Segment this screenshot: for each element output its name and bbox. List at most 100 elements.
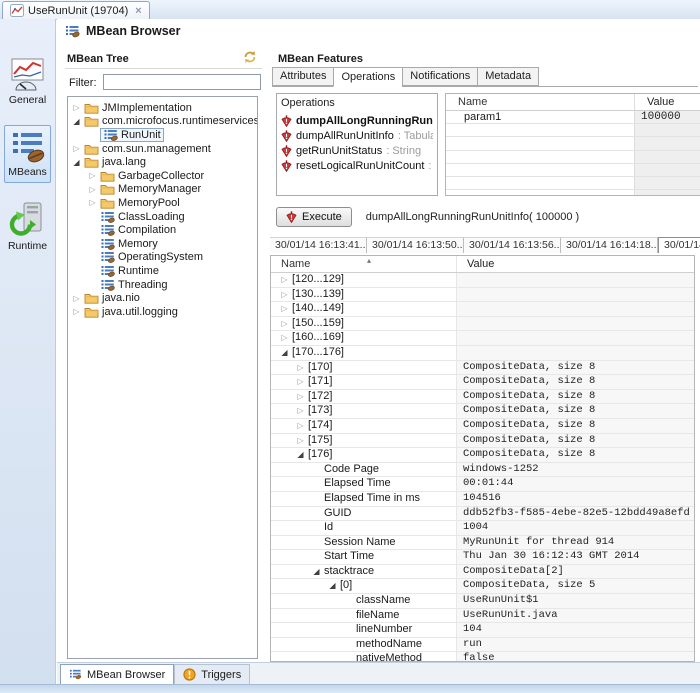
result-tab[interactable]: 30/01/14 16:13:41... <box>270 237 367 253</box>
execute-icon <box>286 211 297 223</box>
tree-item[interactable]: Runtime <box>68 264 257 278</box>
expander-collapsed-icon[interactable]: ▷ <box>279 317 290 331</box>
result-row[interactable]: ◢[170...176] <box>271 346 694 361</box>
expander-expanded-icon[interactable]: ◢ <box>327 579 338 593</box>
tab-metadata[interactable]: Metadata <box>477 67 539 86</box>
result-row[interactable]: lineNumber104 <box>271 623 694 638</box>
expander-collapsed-icon[interactable]: ▷ <box>295 434 306 448</box>
expander-collapsed-icon[interactable]: ▷ <box>295 419 306 433</box>
tree-item[interactable]: ClassLoading <box>68 210 257 224</box>
tree-item[interactable]: Compilation <box>68 223 257 237</box>
result-row[interactable]: ▷[175]CompositeData, size 8 <box>271 434 694 449</box>
execute-button[interactable]: Execute <box>276 207 352 227</box>
tree-item[interactable]: ▷MemoryPool <box>68 196 257 210</box>
tree-item[interactable]: ▷java.util.logging <box>68 305 257 319</box>
tree-item[interactable]: ▷GarbageCollector <box>68 169 257 183</box>
result-row[interactable]: Id1004 <box>271 521 694 536</box>
result-row[interactable]: methodNamerun <box>271 638 694 653</box>
expander-expanded-icon[interactable]: ◢ <box>311 565 322 579</box>
sidebar-item-general[interactable]: General <box>5 53 50 111</box>
result-row[interactable]: GUIDddb52fb3-f585-4ebe-82e5-12bdd49a8efd <box>271 507 694 522</box>
result-row[interactable]: ◢[0]CompositeData, size 5 <box>271 579 694 594</box>
result-row[interactable]: ▷[150...159] <box>271 317 694 332</box>
expander-collapsed-icon[interactable]: ▷ <box>87 185 98 194</box>
result-row[interactable]: fileNameUseRunUnit.java <box>271 609 694 624</box>
tree-item[interactable]: OperatingSystem <box>68 251 257 265</box>
expander-collapsed-icon[interactable]: ▷ <box>279 288 290 302</box>
tab-attributes[interactable]: Attributes <box>272 67 333 86</box>
sidebar-item-runtime[interactable]: Runtime <box>4 197 51 257</box>
tree-item[interactable]: ▷MemoryManager <box>68 183 257 197</box>
result-row[interactable]: ▷[173]CompositeData, size 8 <box>271 404 694 419</box>
selected-tree-item[interactable]: RunUnit <box>100 128 164 142</box>
tree-item[interactable]: Threading <box>68 278 257 292</box>
expander-collapsed-icon[interactable]: ▷ <box>279 302 290 316</box>
expander-collapsed-icon[interactable]: ▷ <box>279 331 290 345</box>
result-row-value: ddb52fb3-f585-4ebe-82e5-12bdd49a8efd <box>456 507 694 521</box>
expander-collapsed-icon[interactable]: ▷ <box>279 273 290 287</box>
result-row[interactable]: ◢stacktraceCompositeData[2] <box>271 565 694 580</box>
result-row[interactable]: ▷[174]CompositeData, size 8 <box>271 419 694 434</box>
parameter-value[interactable]: 100000 <box>634 111 700 123</box>
result-row[interactable]: ▷[172]CompositeData, size 8 <box>271 390 694 405</box>
tree-item[interactable]: ▷com.sun.management <box>68 142 257 156</box>
tree-item[interactable]: ▷java.nio <box>68 291 257 305</box>
tree-panel-separator <box>65 68 262 69</box>
result-value-header[interactable]: Value <box>456 256 694 272</box>
tree-item[interactable]: RunUnit <box>68 128 257 142</box>
result-row[interactable]: ▷[170]CompositeData, size 8 <box>271 361 694 376</box>
result-row[interactable]: classNameUseRunUnit$1 <box>271 594 694 609</box>
bottom-tab-mbean-browser[interactable]: MBean Browser <box>60 664 174 684</box>
expander-collapsed-icon[interactable]: ▷ <box>87 171 98 180</box>
tree-item[interactable]: Memory <box>68 237 257 251</box>
expander-collapsed-icon[interactable]: ▷ <box>71 144 82 153</box>
expander-expanded-icon[interactable]: ◢ <box>71 117 82 126</box>
expander-collapsed-icon[interactable]: ▷ <box>71 294 82 303</box>
parameter-row[interactable]: param1100000 <box>446 111 700 124</box>
result-row[interactable]: ▷[120...129] <box>271 273 694 288</box>
result-tab[interactable]: 30/01/14 16:14:18... <box>561 237 658 253</box>
expander-expanded-icon[interactable]: ◢ <box>295 448 306 462</box>
bottom-tab-triggers[interactable]: Triggers <box>174 664 250 684</box>
expander-expanded-icon[interactable]: ◢ <box>279 346 290 360</box>
folder-icon <box>84 306 99 318</box>
mbean-browser-tab-icon <box>69 669 82 680</box>
expander-collapsed-icon[interactable]: ▷ <box>295 361 306 375</box>
operation-item[interactable]: dumpAllLongRunningRunUnitInfo : TabularD… <box>281 113 433 128</box>
result-row[interactable]: ▷[160...169] <box>271 331 694 346</box>
result-row[interactable]: Session NameMyRunUnit for thread 914 <box>271 536 694 551</box>
result-row[interactable]: ▷[140...149] <box>271 302 694 317</box>
expander-collapsed-icon[interactable]: ▷ <box>87 198 98 207</box>
tree-item[interactable]: ◢com.microfocus.runtimeservices <box>68 115 257 129</box>
operation-item[interactable]: dumpAllRunUnitInfo : TabularData <box>281 128 433 143</box>
operation-item[interactable]: resetLogicalRunUnitCount : void <box>281 158 433 173</box>
sidebar-item-mbeans[interactable]: MBeans <box>4 125 51 183</box>
tab-operations[interactable]: Operations <box>333 67 402 87</box>
tree-item[interactable]: ▷JMImplementation <box>68 101 257 115</box>
editor-tab-use-run-unit[interactable]: UseRunUnit (19704) × <box>2 1 150 19</box>
result-tab[interactable]: 30/01/14 16:13:50... <box>367 237 464 253</box>
expander-collapsed-icon[interactable]: ▷ <box>295 390 306 404</box>
result-row[interactable]: Elapsed Time00:01:44 <box>271 477 694 492</box>
result-row[interactable]: nativeMethodfalse <box>271 652 694 662</box>
filter-input[interactable] <box>103 74 261 90</box>
result-row[interactable]: Start TimeThu Jan 30 16:12:43 GMT 2014 <box>271 550 694 565</box>
tree-item[interactable]: ◢java.lang <box>68 155 257 169</box>
expander-collapsed-icon[interactable]: ▷ <box>295 375 306 389</box>
expander-collapsed-icon[interactable]: ▷ <box>295 404 306 418</box>
expander-collapsed-icon[interactable]: ▷ <box>71 307 82 316</box>
result-name-header[interactable]: Name <box>271 256 456 272</box>
result-tab[interactable]: 30/01/14 16:13:56... <box>464 237 561 253</box>
result-row[interactable]: ◢[176]CompositeData, size 8 <box>271 448 694 463</box>
close-icon[interactable]: × <box>135 5 141 17</box>
result-row[interactable]: Code Pagewindows-1252 <box>271 463 694 478</box>
result-row[interactable]: ▷[171]CompositeData, size 8 <box>271 375 694 390</box>
operation-item[interactable]: getRunUnitStatus : String <box>281 143 433 158</box>
expander-expanded-icon[interactable]: ◢ <box>71 158 82 167</box>
refresh-icon[interactable] <box>243 50 257 64</box>
expander-collapsed-icon[interactable]: ▷ <box>71 103 82 112</box>
result-tab[interactable]: 30/01/14 <box>658 237 700 253</box>
result-row[interactable]: ▷[130...139] <box>271 288 694 303</box>
tab-notifications[interactable]: Notifications <box>402 67 477 86</box>
result-row[interactable]: Elapsed Time in ms104516 <box>271 492 694 507</box>
